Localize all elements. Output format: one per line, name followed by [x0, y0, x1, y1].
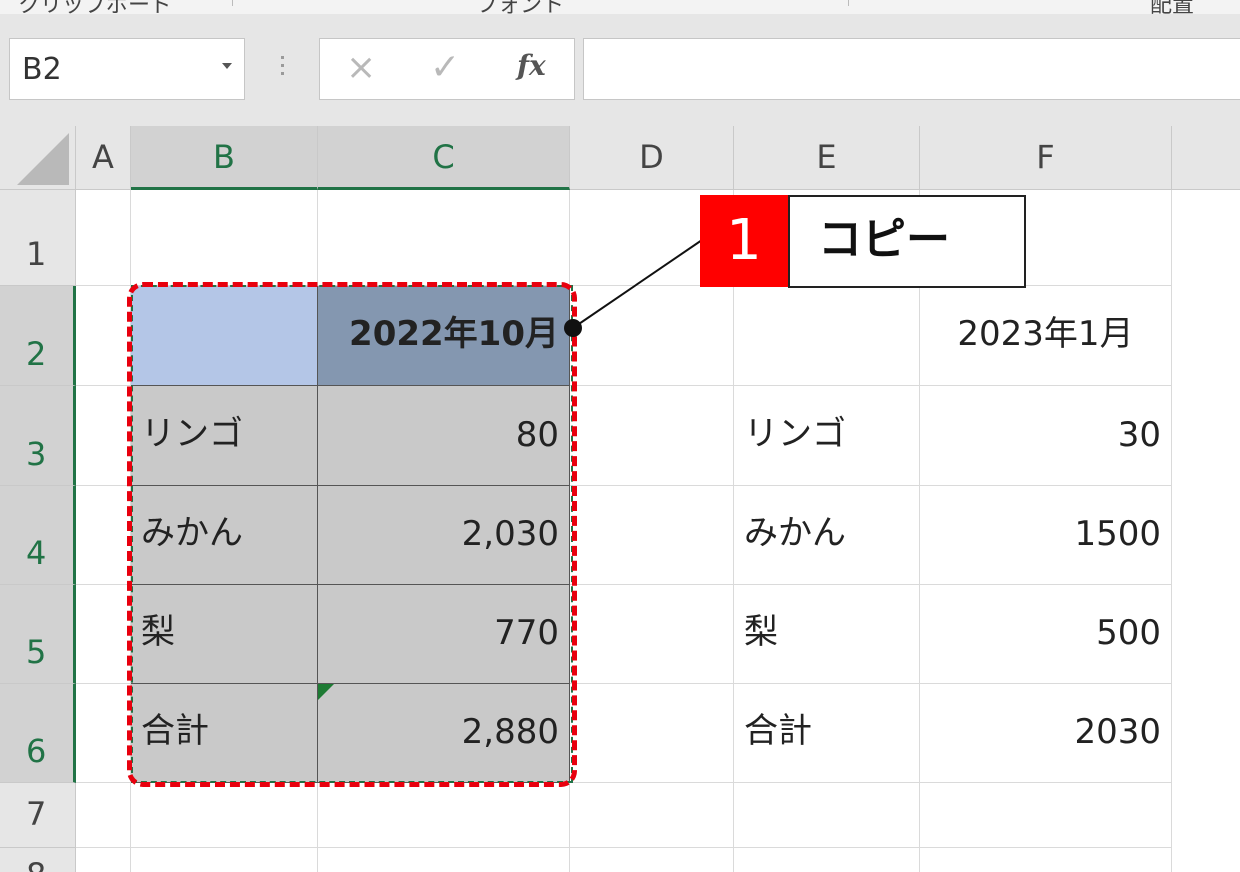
row-header-1[interactable]: 1	[0, 190, 76, 286]
row-header-2[interactable]: 2	[0, 286, 76, 386]
cell-c7[interactable]	[318, 783, 570, 848]
cell-b8[interactable]	[131, 848, 318, 872]
cell-b7[interactable]	[131, 783, 318, 848]
cell-d6[interactable]	[570, 684, 734, 783]
cell-c2[interactable]: 2022年10月	[318, 286, 570, 386]
cell-a2[interactable]	[76, 286, 131, 386]
cell-f8[interactable]	[920, 848, 1172, 872]
formula-bar: B2 × ✓ fx	[0, 14, 1240, 126]
cancel-icon[interactable]: ×	[346, 47, 376, 88]
cell-e2[interactable]	[734, 286, 920, 386]
ribbon-label-font: フォント	[476, 0, 565, 15]
formula-input[interactable]	[583, 38, 1240, 100]
cell-f5[interactable]: 500	[920, 585, 1172, 684]
cell-e5[interactable]: 梨	[734, 585, 920, 684]
cell-a7[interactable]	[76, 783, 131, 848]
cell-b4[interactable]: みかん	[131, 486, 318, 585]
enter-icon[interactable]: ✓	[430, 47, 460, 88]
column-header-e[interactable]: E	[734, 126, 920, 190]
cell-d4[interactable]	[570, 486, 734, 585]
select-all-triangle-icon	[17, 133, 69, 185]
cell-a3[interactable]	[76, 386, 131, 486]
formula-bar-grip-icon[interactable]	[281, 56, 285, 80]
row-header-3[interactable]: 3	[0, 386, 76, 486]
column-header-a[interactable]: A	[76, 126, 131, 190]
cell-b1[interactable]	[131, 190, 318, 286]
cell-e6[interactable]: 合計	[734, 684, 920, 783]
ribbon-group-labels: クリップボード フォント 配置	[0, 0, 1240, 15]
column-header-b[interactable]: B	[131, 126, 318, 190]
cell-c3[interactable]: 80	[318, 386, 570, 486]
row-header-8[interactable]: 8	[0, 848, 76, 872]
error-indicator-icon[interactable]	[318, 684, 334, 700]
cell-f3[interactable]: 30	[920, 386, 1172, 486]
step-label: コピー	[788, 195, 1026, 288]
chevron-down-icon[interactable]	[222, 63, 232, 69]
cell-b6[interactable]: 合計	[131, 684, 318, 783]
cell-b2[interactable]	[131, 286, 318, 386]
cell-d8[interactable]	[570, 848, 734, 872]
column-header-g[interactable]	[1172, 126, 1240, 190]
row-header-5[interactable]: 5	[0, 585, 76, 684]
cell-f7[interactable]	[920, 783, 1172, 848]
cell-a6[interactable]	[76, 684, 131, 783]
row-header-4[interactable]: 4	[0, 486, 76, 585]
cell-a8[interactable]	[76, 848, 131, 872]
cell-d5[interactable]	[570, 585, 734, 684]
cell-a4[interactable]	[76, 486, 131, 585]
column-header-d[interactable]: D	[570, 126, 734, 190]
ribbon-label-clipboard: クリップボード	[18, 0, 173, 15]
cell-d2[interactable]	[570, 286, 734, 386]
cell-f6[interactable]: 2030	[920, 684, 1172, 783]
row-header-7[interactable]: 7	[0, 783, 76, 848]
cell-a1[interactable]	[76, 190, 131, 286]
cell-e3[interactable]: リンゴ	[734, 386, 920, 486]
column-header-f[interactable]: F	[920, 126, 1172, 190]
name-box[interactable]: B2	[9, 38, 245, 100]
spreadsheet-grid: A B C D E F 1 2 3 4 5 6 7 8 2022年10月 202…	[0, 126, 1240, 872]
cell-b3[interactable]: リンゴ	[131, 386, 318, 486]
cell-f4[interactable]: 1500	[920, 486, 1172, 585]
cell-c6[interactable]: 2,880	[318, 684, 570, 783]
cell-e4[interactable]: みかん	[734, 486, 920, 585]
step-number-badge: 1	[700, 195, 788, 287]
cell-c5[interactable]: 770	[318, 585, 570, 684]
formula-buttons: × ✓ fx	[319, 38, 575, 100]
cell-e7[interactable]	[734, 783, 920, 848]
cell-f2[interactable]: 2023年1月	[920, 286, 1172, 386]
ribbon-label-alignment: 配置	[1150, 0, 1195, 15]
cell-b5[interactable]: 梨	[131, 585, 318, 684]
cell-a5[interactable]	[76, 585, 131, 684]
cell-c4[interactable]: 2,030	[318, 486, 570, 585]
column-header-c[interactable]: C	[318, 126, 570, 190]
cell-e8[interactable]	[734, 848, 920, 872]
name-box-value: B2	[22, 52, 62, 87]
cell-d3[interactable]	[570, 386, 734, 486]
cell-d7[interactable]	[570, 783, 734, 848]
cell-c8[interactable]	[318, 848, 570, 872]
select-all-corner[interactable]	[0, 126, 76, 190]
row-header-6[interactable]: 6	[0, 684, 76, 783]
insert-function-icon[interactable]: fx	[517, 49, 546, 82]
cell-c1[interactable]	[318, 190, 570, 286]
